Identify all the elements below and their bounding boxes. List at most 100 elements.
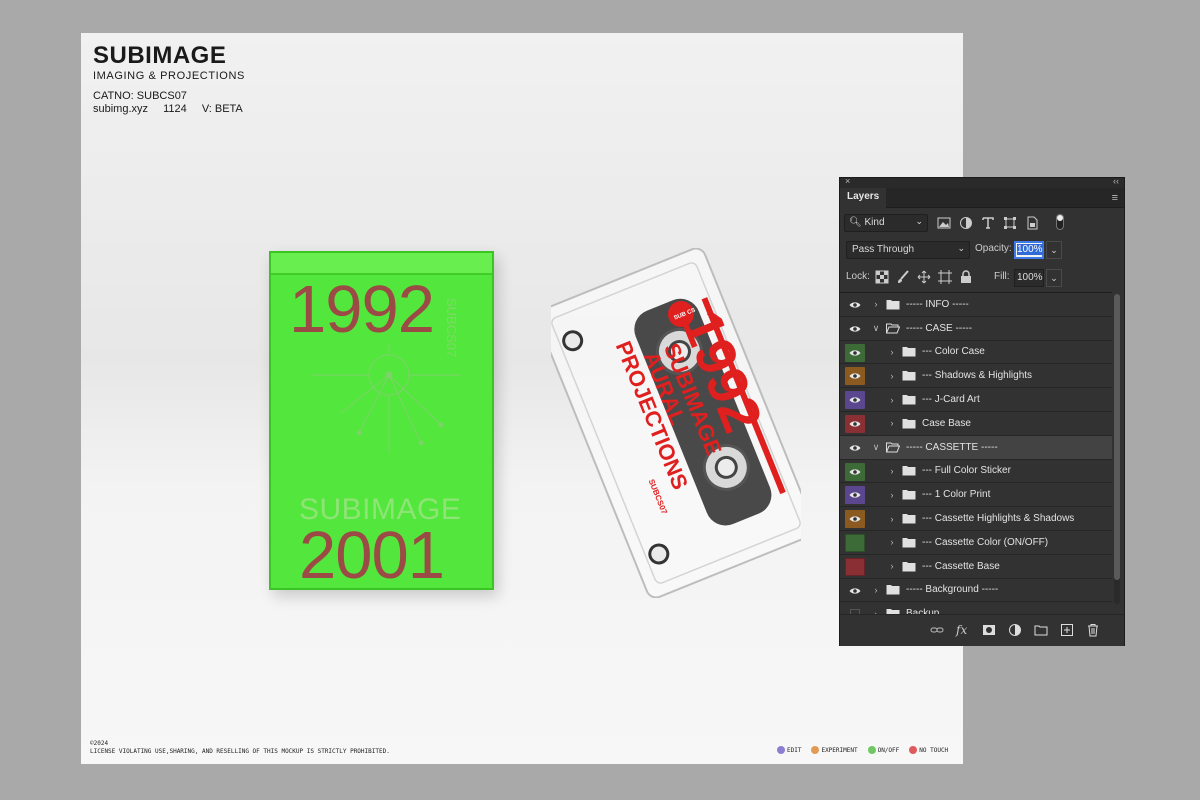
move-icon[interactable] — [917, 270, 931, 284]
smart-object-filter-icon[interactable] — [1025, 216, 1039, 230]
layer-row[interactable]: › --- Color Case — [840, 340, 1112, 365]
eye-icon[interactable] — [845, 343, 865, 362]
eye-icon[interactable] — [845, 296, 865, 314]
folder-icon — [886, 299, 900, 310]
visibility-toggle[interactable] — [845, 605, 865, 614]
eye-glyph — [849, 516, 861, 522]
clear-cassette: 1992 SUBIMAGE AURAL PROJECTIONS SUBCS07 … — [551, 248, 801, 598]
eye-icon[interactable] — [845, 582, 865, 600]
close-icon[interactable]: × — [845, 176, 850, 186]
layer-body: › Backup — [872, 602, 939, 614]
chevron-right-icon[interactable]: › — [888, 395, 896, 405]
brand-block: SUBIMAGE IMAGING & PROJECTIONS CATNO: SU… — [93, 44, 255, 116]
visibility-toggle[interactable] — [845, 557, 865, 576]
eye-glyph — [849, 468, 861, 475]
layer-row[interactable]: › Case Base — [840, 411, 1112, 436]
chevron-right-icon[interactable]: › — [872, 299, 880, 309]
opacity-input[interactable]: 100% — [1014, 241, 1044, 259]
lock-transparency-icon[interactable] — [875, 270, 889, 284]
opacity-label: Opacity: — [975, 243, 1012, 254]
filter-toggle[interactable] — [1056, 214, 1064, 230]
adjustment-icon[interactable] — [1008, 623, 1022, 637]
layer-row[interactable]: › --- Cassette Color (ON/OFF) — [840, 530, 1112, 555]
layer-body: ∨ ----- CASSETTE ----- — [872, 436, 998, 459]
chevron-right-icon[interactable]: › — [888, 371, 896, 381]
layer-row[interactable]: › --- J-Card Art — [840, 388, 1112, 412]
fill-dropdown-button[interactable]: ⌄ — [1046, 269, 1062, 287]
chevron-right-icon[interactable]: › — [888, 466, 896, 476]
legend-dot-experiment — [811, 746, 820, 754]
layer-name: Case Base — [922, 417, 971, 429]
shape-filter-icon[interactable] — [1003, 216, 1017, 230]
chevron-right-icon[interactable]: › — [872, 585, 880, 595]
chevron-down-icon: ⌄ — [915, 216, 923, 226]
link-icon[interactable] — [930, 623, 944, 637]
chevron-right-icon[interactable]: › — [888, 514, 896, 524]
eye-glyph — [849, 326, 861, 332]
folder-icon[interactable] — [1034, 623, 1048, 637]
tab-layers[interactable]: Layers — [840, 188, 887, 208]
chevron-right-icon[interactable]: › — [888, 418, 896, 428]
type-filter-icon[interactable] — [981, 216, 995, 230]
layer-body: › --- J-Card Art — [888, 388, 980, 411]
adjustment-filter-icon[interactable] — [959, 216, 973, 230]
layer-row[interactable]: › ----- Background ----- — [840, 578, 1112, 603]
visibility-toggle[interactable] — [845, 533, 865, 552]
fx-icon[interactable]: fx — [956, 623, 970, 637]
eye-icon[interactable] — [845, 486, 865, 505]
pixel-filter-icon[interactable] — [937, 216, 951, 230]
lock-icon[interactable] — [959, 270, 973, 284]
layer-row[interactable]: › --- Full Color Sticker — [840, 459, 1112, 484]
brand-meta: CATNO: SUBCS07 subimg.xyz 1124 V: BETA — [93, 90, 255, 116]
chevron-right-icon[interactable]: › — [888, 537, 896, 547]
chevron-down-icon[interactable]: ∨ — [872, 442, 880, 453]
mask-icon[interactable] — [982, 623, 996, 637]
eye-icon[interactable] — [845, 367, 865, 386]
layer-row[interactable]: › --- Cassette Highlights & Shadows — [840, 507, 1112, 531]
eye-icon[interactable] — [845, 439, 865, 457]
trash-icon[interactable] — [1086, 623, 1100, 637]
eye-glyph — [849, 445, 861, 451]
folder-icon — [886, 584, 900, 595]
eye-glyph — [849, 421, 861, 427]
brush-icon[interactable] — [896, 270, 910, 284]
eye-icon[interactable] — [845, 414, 865, 433]
kind-filter-select[interactable]: 🔍︎ Kind ⌄ — [844, 214, 928, 232]
collapse-icon[interactable]: ‹‹ — [1113, 176, 1119, 186]
opacity-dropdown-button[interactable]: ⌄ — [1046, 241, 1062, 259]
case-year-bottom: 2001 — [299, 518, 445, 593]
lock-label: Lock: — [846, 271, 870, 282]
eye-icon[interactable] — [845, 391, 865, 410]
chevron-right-icon[interactable]: › — [888, 347, 896, 357]
artboard-icon[interactable] — [938, 270, 952, 284]
legend-dot-notouch — [909, 746, 918, 754]
new-layer-icon[interactable] — [1060, 623, 1074, 637]
layer-row[interactable]: ∨ ----- CASSETTE ----- — [840, 435, 1112, 460]
eye-icon[interactable] — [845, 462, 865, 481]
site-text: subimg.xyz — [93, 103, 149, 115]
eye-icon[interactable] — [845, 320, 865, 338]
panel-menu-icon[interactable]: ≡ — [1112, 192, 1118, 204]
eye-glyph — [849, 302, 861, 308]
layer-body: › Case Base — [888, 412, 971, 435]
eye-icon[interactable] — [845, 510, 865, 529]
scroll-thumb[interactable] — [1114, 294, 1120, 580]
blend-mode-select[interactable]: Pass Through ⌄ — [846, 241, 970, 259]
layers-scrollbar[interactable] — [1114, 294, 1120, 604]
fill-input[interactable]: 100% — [1014, 269, 1044, 287]
layer-row[interactable]: › Backup — [840, 602, 1112, 614]
layer-row[interactable]: ∨ ----- CASE ----- — [840, 316, 1112, 341]
brand-subtitle: IMAGING & PROJECTIONS — [93, 70, 245, 82]
layer-row[interactable]: › --- 1 Color Print — [840, 483, 1112, 508]
chevron-down-icon: ⌄ — [957, 243, 965, 253]
layer-row[interactable]: › --- Shadows & Highlights — [840, 364, 1112, 389]
layer-row[interactable]: › --- Cassette Base — [840, 554, 1112, 579]
search-icon: 🔍︎ — [849, 217, 862, 228]
chevron-right-icon[interactable]: › — [888, 490, 896, 500]
chevron-down-icon[interactable]: ∨ — [872, 323, 880, 334]
chevron-right-icon[interactable]: › — [888, 561, 896, 571]
brand-meta-line: subimg.xyz 1124 V: BETA — [93, 103, 255, 116]
folder-icon — [902, 418, 916, 429]
layer-row[interactable]: › ----- INFO ----- — [840, 293, 1112, 317]
legend-item-edit: EDIT — [777, 746, 801, 754]
